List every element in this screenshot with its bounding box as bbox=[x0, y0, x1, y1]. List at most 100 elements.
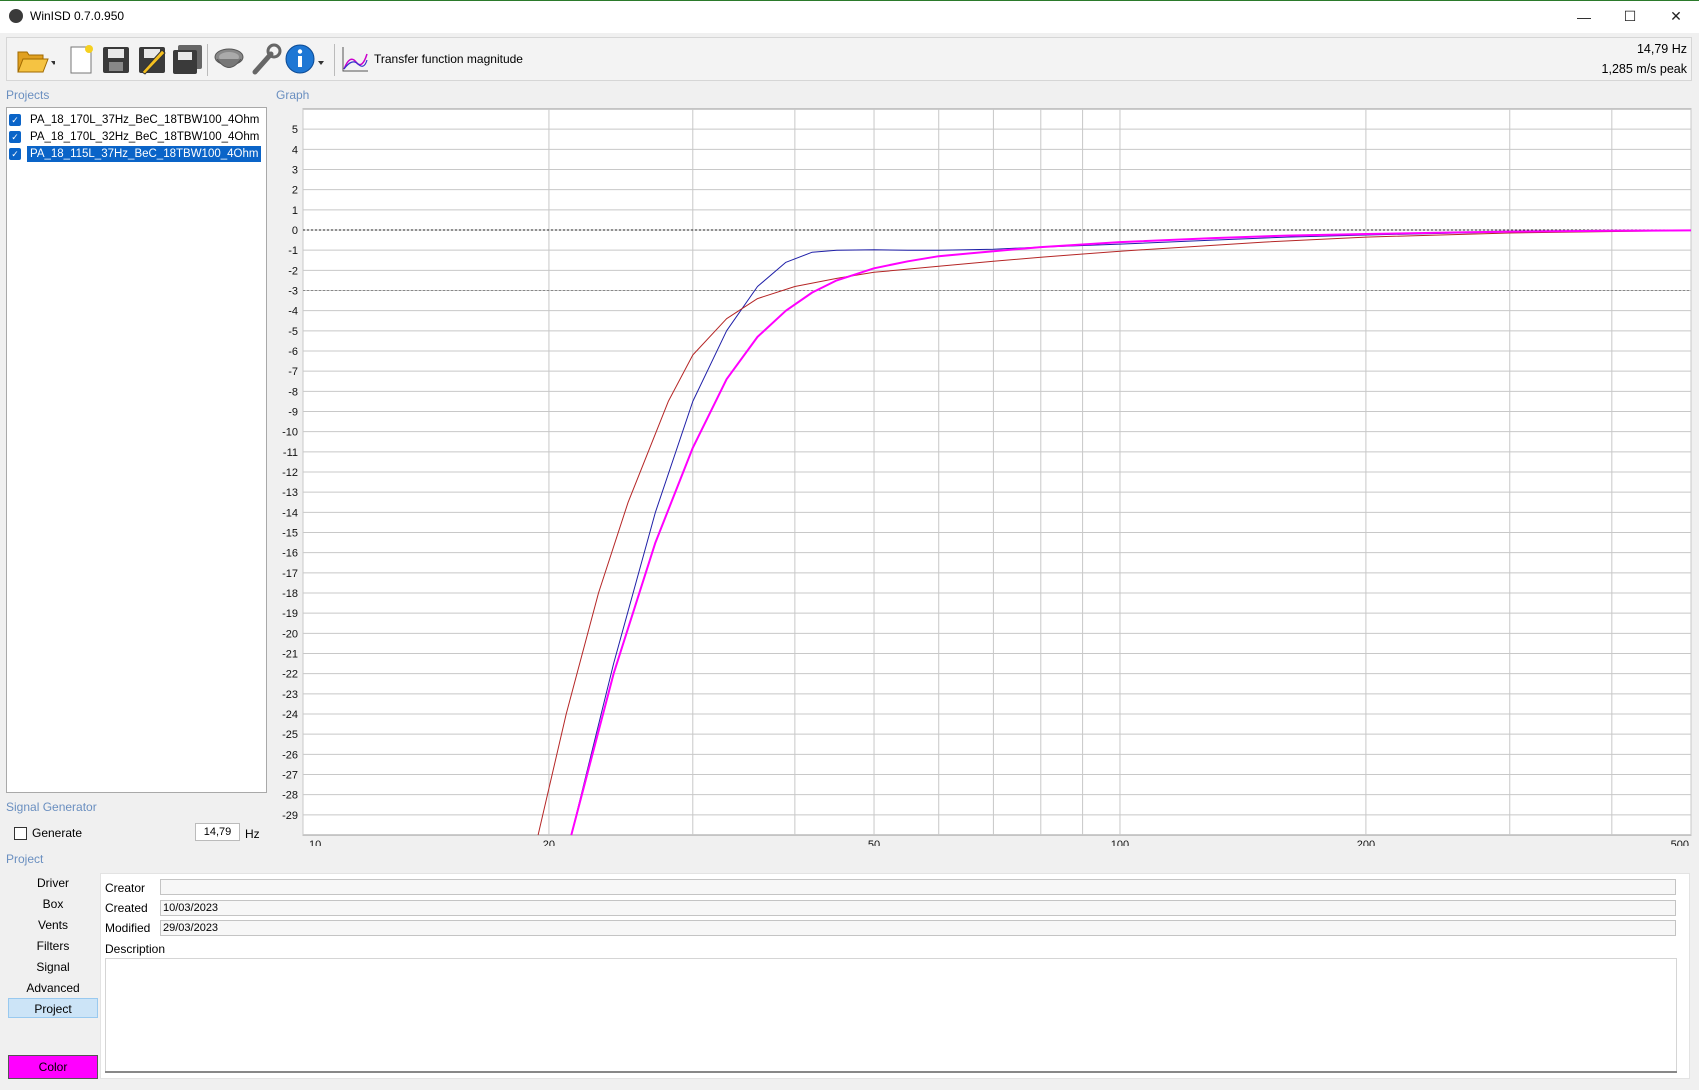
nav-vents[interactable]: Vents bbox=[8, 915, 98, 935]
y-tick-label: -23 bbox=[282, 689, 298, 701]
y-tick-label: -1 bbox=[288, 245, 298, 257]
nav-advanced[interactable]: Advanced bbox=[8, 978, 98, 998]
description-label: Description bbox=[105, 942, 166, 956]
nav-box[interactable]: Box bbox=[8, 894, 98, 914]
y-tick-label: -14 bbox=[282, 507, 298, 519]
creator-field[interactable] bbox=[160, 879, 1676, 895]
new-project-icon bbox=[70, 45, 93, 74]
save-button[interactable] bbox=[100, 42, 132, 76]
new-project-button[interactable] bbox=[65, 42, 97, 76]
y-tick-label: -28 bbox=[282, 790, 298, 802]
modified-field[interactable]: 29/03/2023 bbox=[160, 920, 1676, 936]
project-label: PA_18_170L_32Hz_BeC_18TBW100_4Ohm bbox=[30, 131, 260, 143]
status-excursion: 1,285 m/s peak bbox=[1601, 62, 1687, 76]
y-tick-label: -3 bbox=[288, 286, 298, 298]
generate-control[interactable]: Generate bbox=[14, 826, 82, 840]
transfer-function-chart[interactable]: 543210-1-2-3-4-5-6-7-8-9-10-11-12-13-14-… bbox=[271, 106, 1695, 846]
x-tick-label: 100 bbox=[1111, 839, 1129, 846]
driver-button[interactable] bbox=[213, 42, 245, 76]
save-all-icon bbox=[173, 45, 202, 74]
projects-title: Projects bbox=[6, 88, 50, 102]
graph-icon bbox=[342, 47, 368, 72]
generate-checkbox[interactable] bbox=[14, 826, 27, 840]
x-tick-label: 200 bbox=[1357, 839, 1375, 846]
color-button[interactable]: Color bbox=[8, 1055, 98, 1079]
checkbox-checked-icon[interactable]: ✓ bbox=[9, 131, 21, 143]
open-icon bbox=[17, 51, 57, 73]
open-button[interactable] bbox=[15, 42, 57, 76]
y-tick-label: -17 bbox=[282, 568, 298, 580]
maximize-icon: ☐ bbox=[1623, 8, 1637, 24]
projects-list[interactable]: ✓ PA_18_170L_37Hz_BeC_18TBW100_4Ohm ✓ PA… bbox=[6, 107, 267, 793]
nav-signal[interactable]: Signal bbox=[8, 957, 98, 977]
y-tick-label: 4 bbox=[292, 144, 298, 156]
y-tick-label: -27 bbox=[282, 770, 298, 782]
y-tick-label: -4 bbox=[288, 306, 298, 318]
x-tick-label: 10 bbox=[309, 839, 321, 846]
title-bar: WinISD 0.7.0.950 — ☐ ✕ bbox=[0, 0, 1699, 33]
graph-type-button[interactable] bbox=[340, 42, 372, 76]
y-tick-label: -25 bbox=[282, 729, 298, 741]
y-tick-label: 0 bbox=[292, 225, 298, 237]
project-item-selected[interactable]: ✓ PA_18_115L_37Hz_BeC_18TBW100_4Ohm bbox=[9, 146, 262, 162]
nav-filters[interactable]: Filters bbox=[8, 936, 98, 956]
wrench-icon bbox=[252, 43, 282, 75]
maximize-button[interactable]: ☐ bbox=[1607, 1, 1653, 32]
checkbox-checked-icon[interactable]: ✓ bbox=[9, 148, 21, 160]
y-tick-label: -26 bbox=[282, 749, 298, 761]
save-all-button[interactable] bbox=[171, 42, 203, 76]
y-tick-label: 5 bbox=[292, 124, 298, 136]
y-tick-label: 1 bbox=[292, 205, 298, 217]
y-tick-label: -6 bbox=[288, 346, 298, 358]
x-tick-label: 50 bbox=[868, 839, 880, 846]
y-tick-label: -24 bbox=[282, 709, 298, 721]
description-field[interactable] bbox=[105, 958, 1677, 1073]
close-button[interactable]: ✕ bbox=[1653, 1, 1699, 32]
info-button[interactable] bbox=[284, 42, 324, 76]
y-tick-label: -11 bbox=[283, 447, 298, 459]
nav-project[interactable]: Project bbox=[8, 998, 98, 1018]
y-tick-label: 3 bbox=[292, 165, 298, 177]
minimize-icon: — bbox=[1577, 8, 1591, 25]
y-tick-label: -13 bbox=[282, 487, 298, 499]
save-icon bbox=[103, 47, 129, 73]
y-tick-label: -15 bbox=[282, 528, 298, 540]
minimize-button[interactable]: — bbox=[1561, 1, 1607, 32]
y-tick-label: -19 bbox=[282, 608, 298, 620]
save-as-icon bbox=[139, 47, 166, 75]
y-tick-label: -5 bbox=[288, 326, 298, 338]
creator-label: Creator bbox=[105, 881, 146, 895]
driver-icon bbox=[214, 48, 244, 68]
y-tick-label: -22 bbox=[282, 669, 298, 681]
tools-button[interactable] bbox=[249, 42, 282, 76]
y-tick-label: -8 bbox=[288, 386, 298, 398]
y-tick-label: -20 bbox=[282, 628, 298, 640]
close-icon: ✕ bbox=[1670, 8, 1682, 24]
y-tick-label: -7 bbox=[288, 366, 298, 378]
created-field[interactable]: 10/03/2023 bbox=[160, 900, 1676, 916]
generate-label: Generate bbox=[32, 826, 83, 840]
project-item[interactable]: ✓ PA_18_170L_37Hz_BeC_18TBW100_4Ohm bbox=[9, 112, 262, 128]
y-tick-label: -18 bbox=[282, 588, 298, 600]
frequency-unit: Hz bbox=[245, 827, 260, 841]
toolbar: Transfer function magnitude bbox=[6, 37, 1692, 81]
project-item[interactable]: ✓ PA_18_170L_32Hz_BeC_18TBW100_4Ohm bbox=[9, 129, 262, 145]
checkbox-checked-icon[interactable]: ✓ bbox=[9, 114, 21, 126]
graph-selector-label[interactable]: Transfer function magnitude bbox=[374, 52, 523, 66]
toolbar-separator bbox=[334, 44, 335, 76]
frequency-input[interactable]: 14,79 bbox=[195, 823, 240, 841]
project-section-title: Project bbox=[6, 852, 44, 866]
y-tick-label: -2 bbox=[288, 265, 298, 277]
y-tick-label: -21 bbox=[282, 649, 298, 661]
x-tick-label: 20 bbox=[543, 839, 555, 846]
nav-driver[interactable]: Driver bbox=[8, 873, 98, 893]
y-tick-label: 2 bbox=[292, 185, 298, 197]
y-tick-label: -9 bbox=[288, 407, 298, 419]
info-icon bbox=[285, 44, 324, 74]
save-as-button[interactable] bbox=[136, 42, 168, 76]
window-title: WinISD 0.7.0.950 bbox=[30, 9, 125, 23]
x-tick-label: 500 bbox=[1671, 839, 1689, 846]
project-label: PA_18_115L_37Hz_BeC_18TBW100_4Ohm bbox=[27, 146, 262, 162]
y-tick-label: -16 bbox=[282, 548, 298, 560]
graph-title: Graph bbox=[276, 88, 310, 102]
